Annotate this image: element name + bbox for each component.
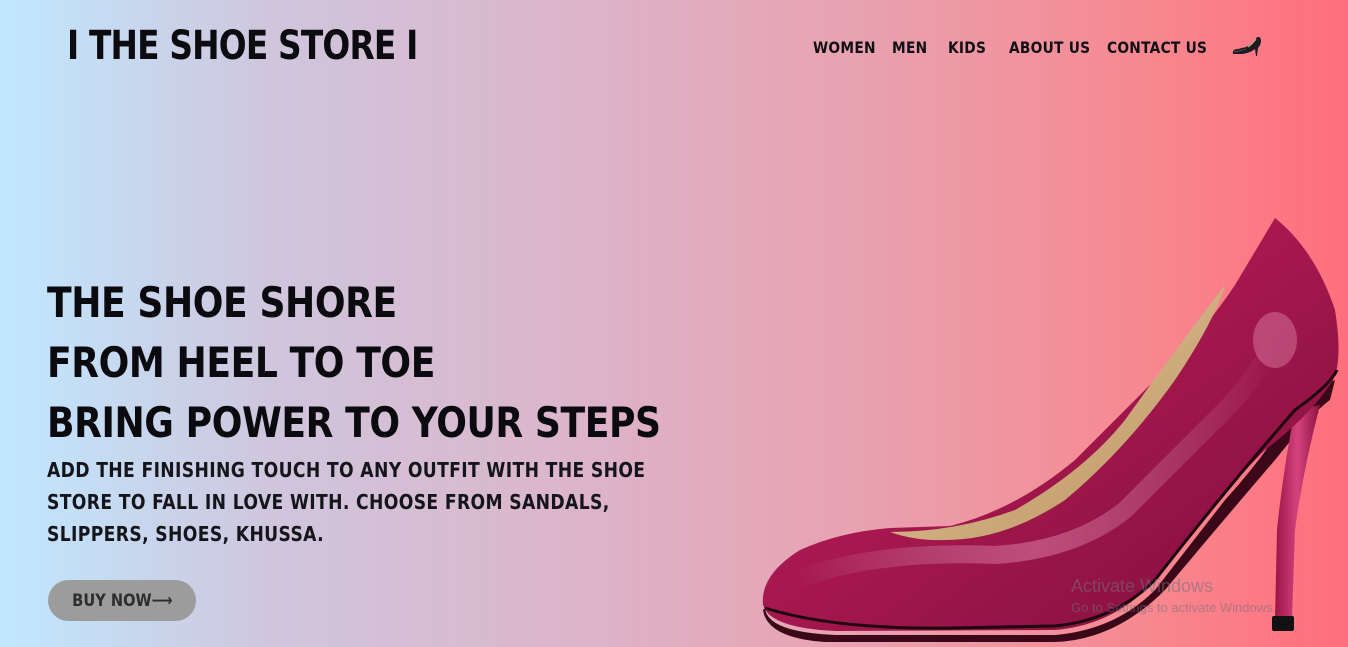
buy-now-label: BUY NOW⟶ [71,590,173,611]
main-nav: WOMEN MEN KIDS ABOUT US CONTACT US [0,36,1348,60]
header: I THE SHOE STORE I WOMEN MEN KIDS ABOUT … [0,0,1348,96]
hero-title-line-2: FROM HEEL TO TOE [47,338,435,387]
watermark-subtitle: Go to Settings to activate Windows. [1071,600,1277,615]
nav-kids[interactable]: KIDS [948,36,986,60]
hero-title-line-1: THE SHOE SHORE [47,278,397,327]
watermark-title: Activate Windows [1071,576,1214,596]
activate-windows-watermark: Activate Windows Go to Settings to activ… [1071,574,1276,618]
nav-about-us[interactable]: ABOUT US [1009,36,1090,60]
hero-description: ADD THE FINISHING TOUCH TO ANY OUTFIT WI… [47,458,646,546]
nav-men[interactable]: MEN [892,36,927,60]
high-heel-icon[interactable] [1230,34,1264,58]
nav-contact-us[interactable]: CONTACT US [1107,36,1207,60]
nav-women[interactable]: WOMEN [813,36,876,60]
hero-title-line-3: BRING POWER TO YOUR STEPS [47,398,661,447]
buy-now-button[interactable]: BUY NOW⟶ [48,580,196,621]
